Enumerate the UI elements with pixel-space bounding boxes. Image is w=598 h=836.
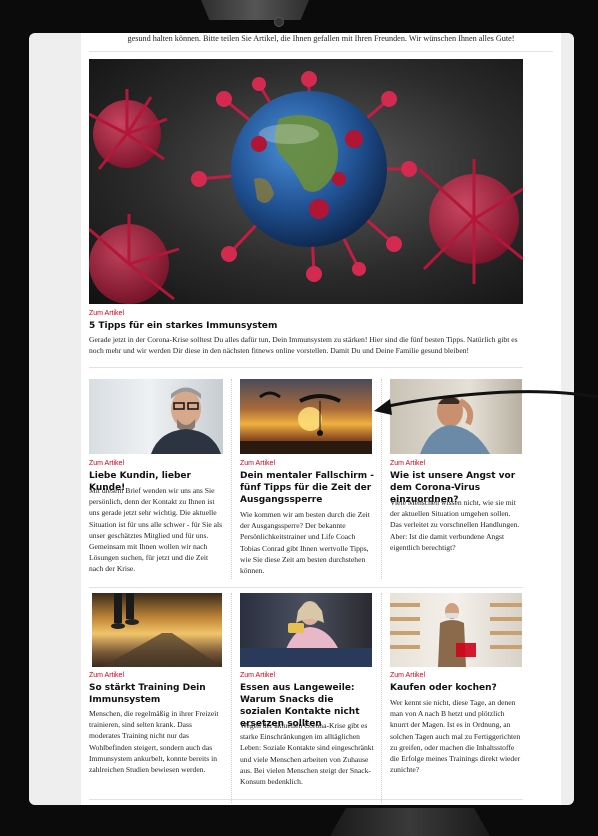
article-text: Wer kennt sie nicht, diese Tage, an dene… <box>390 698 521 775</box>
intro-text: gesund halten können. Bitte teilen Sie A… <box>127 34 515 43</box>
pointer-arrow-icon <box>374 390 598 415</box>
bezel-highlight <box>201 0 309 20</box>
article-card: Zum Artikel Essen aus Langeweile: Warum … <box>240 593 374 803</box>
article-link[interactable]: Zum Artikel <box>89 460 124 467</box>
hero-title[interactable]: 5 Tipps für ein starkes Immunsystem <box>89 320 529 332</box>
article-image-man-glasses[interactable] <box>89 379 223 454</box>
article-image-supermarket[interactable] <box>390 593 522 667</box>
parachute-icon <box>240 391 372 454</box>
article-text: Mit diesem Brief wenden wir uns ans Sie … <box>89 486 223 574</box>
supermarket-shopper-icon <box>390 603 522 667</box>
article-card: Zum Artikel Liebe Kundin, lieber Kunde! … <box>89 379 225 579</box>
divider <box>89 367 523 368</box>
virus-globe-illustration <box>89 71 523 304</box>
article-text: Wie kommen wir am besten durch die Zeit … <box>240 510 370 576</box>
running-legs-icon <box>102 593 222 667</box>
virus-left-icon <box>89 89 168 170</box>
article-card: Zum Artikel Kaufen oder kochen? Wer kenn… <box>390 593 524 803</box>
article-link[interactable]: Zum Artikel <box>89 672 124 679</box>
article-link[interactable]: Zum Artikel <box>240 460 275 467</box>
camera-icon <box>274 17 284 27</box>
row-divider <box>89 587 523 588</box>
row-divider <box>89 799 523 800</box>
hero-text: Gerade jetzt in der Corona-Krise solltes… <box>89 335 518 356</box>
column-divider <box>231 593 232 803</box>
article-image-running[interactable] <box>92 593 222 667</box>
article-text: Menschen, die regelmäßig in ihrer Freize… <box>89 709 219 775</box>
article-title[interactable]: Dein mentaler Fallschirm - fünf Tipps fü… <box>240 470 374 506</box>
article-card: Zum Artikel So stärkt Training Dein Immu… <box>89 593 225 803</box>
bezel-highlight <box>330 808 490 836</box>
virus-right-icon <box>417 159 523 284</box>
article-card: Zum Artikel Dein mentaler Fallschirm - f… <box>240 379 374 579</box>
article-link[interactable]: Zum Artikel <box>390 672 425 679</box>
article-link[interactable]: Zum Artikel <box>240 672 275 679</box>
man-portrait-icon <box>151 387 221 454</box>
tablet-device: gesund halten können. Bitte teilen Sie A… <box>0 0 598 836</box>
hero-image-corona-globe[interactable] <box>89 59 523 304</box>
virus-bottom-left-icon <box>89 214 180 304</box>
article-title[interactable]: So stärkt Training Dein Immunsystem <box>89 682 223 706</box>
article-text: Viele Menschen wissen nicht, wie sie mit… <box>390 498 520 552</box>
article-title[interactable]: Kaufen oder kochen? <box>390 682 524 694</box>
divider <box>89 51 553 52</box>
column-divider <box>231 379 232 579</box>
article-image-parachute[interactable] <box>240 379 372 454</box>
globe-virus-icon <box>191 71 417 282</box>
article-link[interactable]: Zum Artikel <box>390 460 425 467</box>
hero-article-link[interactable]: Zum Artikel <box>89 310 124 317</box>
woman-snacking-icon <box>240 601 372 667</box>
article-text: Wegen der aktuellen Corona-Krise gibt es… <box>240 721 374 787</box>
article-image-snacking-woman[interactable] <box>240 593 372 667</box>
column-divider <box>381 593 382 803</box>
